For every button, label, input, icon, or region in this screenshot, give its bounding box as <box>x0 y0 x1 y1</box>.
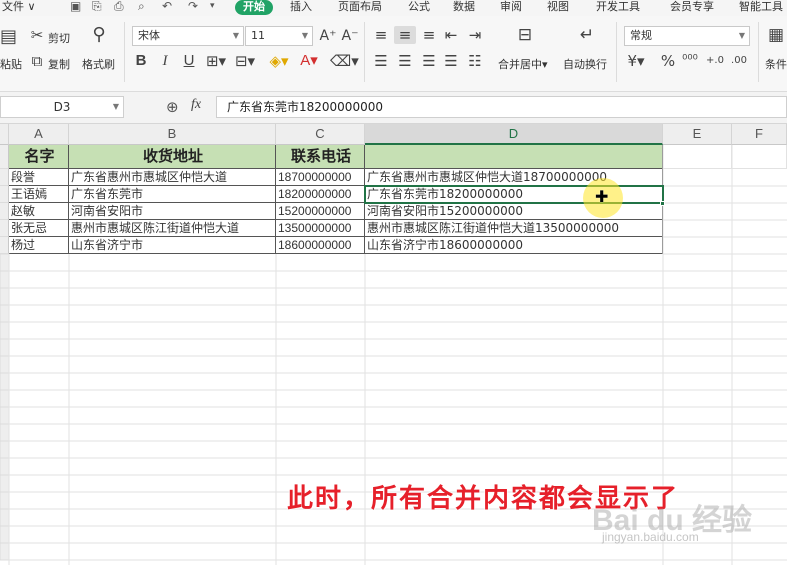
align-top-icon[interactable]: ≡ <box>372 26 390 44</box>
clear-format-icon[interactable]: ⌫▾ <box>330 52 359 70</box>
indent-increase-icon[interactable]: ⇥ <box>466 26 484 44</box>
brush-icon[interactable]: ⚲ <box>88 26 110 44</box>
tab-formulas[interactable]: 公式 <box>408 0 430 15</box>
font-name-value: 宋体 <box>138 29 160 42</box>
copy-icon[interactable]: ⧉ <box>28 52 46 70</box>
tab-review[interactable]: 审阅 <box>500 0 522 15</box>
formula-input[interactable]: 广东省东莞市18200000000 <box>216 96 787 118</box>
border-icon[interactable]: ⊞▾ <box>204 52 228 70</box>
redo-icon[interactable]: ↷ <box>188 0 198 14</box>
underline-icon[interactable]: U <box>182 52 196 70</box>
paste-button[interactable]: 粘贴 <box>0 56 22 72</box>
ribbon-toolbar: ▤ 粘贴 ✂ 剪切 ⧉ 复制 ⚲ 格式刷 宋体 ▼ 11 ▼ A⁺ A⁻ B I… <box>0 16 787 92</box>
watermark-url: jingyan.baidu.com <box>602 530 699 544</box>
menu-file[interactable]: 文件 ∨ <box>2 0 36 15</box>
tab-smart-tools[interactable]: 智能工具 <box>739 0 783 15</box>
preview-icon[interactable]: ⌕ <box>138 0 145 14</box>
save-icon[interactable]: ▣ <box>70 0 81 14</box>
tab-data[interactable]: 数据 <box>453 0 475 15</box>
chevron-down-icon: ▼ <box>112 102 119 111</box>
cut-button[interactable]: 剪切 <box>48 30 70 46</box>
fill-handle[interactable] <box>660 201 665 206</box>
divider <box>616 22 617 82</box>
divider <box>364 22 365 82</box>
name-box[interactable]: D3 ▼ <box>0 96 124 118</box>
more-icon[interactable]: ▾ <box>210 0 215 14</box>
font-size-value: 11 <box>251 29 265 42</box>
tab-page-layout[interactable]: 页面布局 <box>338 0 382 15</box>
chevron-down-icon: ▼ <box>738 31 745 40</box>
tab-insert[interactable]: 插入 <box>290 0 312 15</box>
menu-bar: 文件 ∨ ▣ ⎘ ⎙ ⌕ ↶ ↷ ▾ 开始 插入 页面布局 公式 数据 审阅 视… <box>0 0 787 16</box>
tab-view[interactable]: 视图 <box>547 0 569 15</box>
tab-developer[interactable]: 开发工具 <box>596 0 640 15</box>
paste-icon[interactable]: ▤ <box>0 28 17 46</box>
copy-button[interactable]: 复制 <box>48 56 70 72</box>
wrap-text-button[interactable]: 自动换行 <box>563 56 607 72</box>
divider <box>758 22 759 82</box>
align-bottom-icon[interactable]: ≡ <box>420 26 438 44</box>
function-icon[interactable]: fx <box>191 97 201 113</box>
percent-icon[interactable]: % <box>660 52 676 70</box>
zoom-icon[interactable]: ⊕ <box>166 98 179 116</box>
tab-member[interactable]: 会员专享 <box>670 0 714 15</box>
print-icon[interactable]: ⎙ <box>114 0 124 14</box>
align-right-icon[interactable]: ☰ <box>420 52 438 70</box>
justify-icon[interactable]: ☰ <box>442 52 460 70</box>
font-color-icon[interactable]: A▾ <box>298 52 320 70</box>
undo-icon[interactable]: ↶ <box>162 0 172 14</box>
number-format-value: 常规 <box>630 29 652 42</box>
formula-bar: D3 ▼ ⊕ fx 广东省东莞市18200000000 <box>0 92 787 124</box>
chevron-down-icon: ▼ <box>301 31 308 40</box>
divider <box>124 22 125 82</box>
italic-icon[interactable]: I <box>158 52 172 70</box>
format-painter-button[interactable]: 格式刷 <box>82 56 115 72</box>
chevron-down-icon: ▼ <box>232 31 239 40</box>
number-format-select[interactable]: 常规 ▼ <box>624 26 750 46</box>
name-box-value: D3 <box>53 100 71 114</box>
font-size-select[interactable]: 11 ▼ <box>245 26 313 46</box>
align-center-icon[interactable]: ☰ <box>396 52 414 70</box>
merge-center-button[interactable]: 合并居中▾ <box>498 56 548 72</box>
tab-home[interactable]: 开始 <box>235 0 273 15</box>
align-middle-icon[interactable]: ≡ <box>394 26 416 44</box>
thousands-icon[interactable]: ⁰⁰⁰ <box>680 52 700 70</box>
cross-cursor-icon: ✚ <box>595 187 609 206</box>
decrease-font-icon[interactable]: A⁻ <box>340 27 360 45</box>
merge-icon[interactable]: ⊟ <box>514 26 536 44</box>
export-icon[interactable]: ⎘ <box>92 0 102 14</box>
bold-icon[interactable]: B <box>134 52 148 70</box>
cell-style-icon[interactable]: ⊟▾ <box>234 52 256 70</box>
fill-color-icon[interactable]: ◈▾ <box>268 52 290 70</box>
increase-decimal-icon[interactable]: +.0 <box>706 52 724 70</box>
wrap-text-icon[interactable]: ↵ <box>576 26 598 44</box>
align-left-icon[interactable]: ☰ <box>372 52 390 70</box>
increase-font-icon[interactable]: A⁺ <box>318 27 338 45</box>
decrease-decimal-icon[interactable]: .00 <box>730 52 748 70</box>
indent-decrease-icon[interactable]: ⇤ <box>442 26 460 44</box>
font-name-select[interactable]: 宋体 ▼ <box>132 26 244 46</box>
conditional-format-icon[interactable]: ▦ <box>766 26 786 44</box>
currency-icon[interactable]: ¥▾ <box>626 52 646 70</box>
scissors-icon[interactable]: ✂ <box>28 26 46 44</box>
distributed-icon[interactable]: ☷ <box>466 52 484 70</box>
conditional-format-button[interactable]: 条件 <box>765 56 787 72</box>
